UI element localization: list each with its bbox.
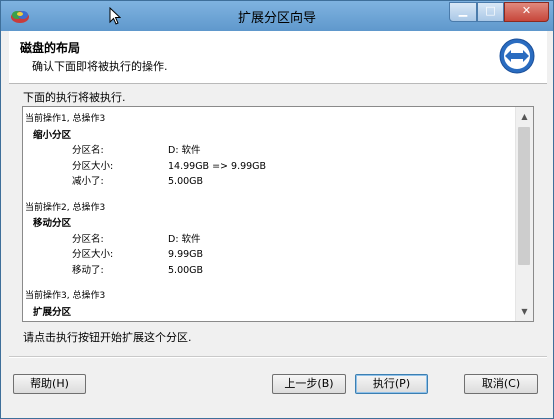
operation-name: 移动分区: [33, 218, 72, 229]
detail-value: D: 软件: [168, 145, 201, 156]
minimize-icon: ▁: [458, 4, 468, 17]
maximize-icon: □: [485, 4, 496, 17]
detail-key: 分区名:: [72, 233, 104, 245]
page-title: 磁盘的布局: [20, 41, 81, 55]
vertical-scrollbar[interactable]: ▲ ▼: [515, 107, 533, 321]
detail-value: 14.99GB => 9.99GB: [168, 160, 267, 172]
cancel-button[interactable]: 取消(C): [464, 374, 538, 394]
page-subtitle: 确认下面即将被执行的操作.: [32, 60, 168, 73]
close-icon: ✕: [521, 4, 532, 17]
detail-value: 5.00GB: [168, 264, 204, 276]
operations-label: 下面的执行将被执行.: [23, 91, 126, 104]
detail-key: 分区大小:: [72, 160, 114, 172]
operation-detail: 分区大小: 14.99GB => 9.99GB: [25, 159, 266, 175]
back-button[interactable]: 上一步(B): [272, 374, 346, 394]
operation-detail: 分区名: D: 软件: [25, 143, 201, 159]
close-button[interactable]: ✕: [504, 2, 549, 22]
operation-name: 缩小分区: [33, 129, 72, 141]
operations-content: 当前操作1, 总操作3 缩小分区 分区名: D: 软件 分区大小: 14.99GB …: [25, 112, 266, 321]
detail-key: 分区大小:: [72, 249, 114, 260]
detail-value: 5.00GB: [168, 176, 204, 187]
operation-detail: 分区名:C:: [25, 320, 113, 321]
operation-name: 扩展分区: [33, 306, 72, 318]
detail-key: 减小了:: [72, 176, 104, 187]
help-button[interactable]: 帮助(H): [13, 374, 86, 394]
operations-list[interactable]: 当前操作1, 总操作3 缩小分区 分区名: D: 软件 分区大小: 14.99GB …: [22, 106, 534, 322]
scroll-thumb[interactable]: [518, 127, 530, 265]
operation-header: 当前操作1, 总操作3: [25, 114, 106, 124]
operation-header: 当前操作2, 总操作3: [25, 202, 106, 213]
title-bar[interactable]: 扩展分区向导 ▁ □ ✕: [1, 1, 553, 31]
instruction-label: 请点击执行按钮开始扩展这个分区.: [23, 331, 192, 344]
execute-button[interactable]: 执行(P): [355, 374, 428, 394]
detail-value: 9.99GB: [168, 249, 204, 260]
scroll-down-icon[interactable]: ▼: [519, 306, 530, 317]
operation-detail: 分区名: D: 软件: [25, 232, 201, 248]
wizard-header: 磁盘的布局 确认下面即将被执行的操作.: [9, 31, 547, 84]
divider: [9, 356, 547, 358]
detail-key: 移动了:: [72, 264, 104, 276]
operation-detail: 移动了: 5.00GB: [25, 263, 203, 279]
detail-value: C:: [168, 320, 178, 321]
minimize-button[interactable]: ▁: [449, 2, 477, 22]
detail-key: 分区名:: [72, 145, 104, 156]
detail-value: D: 软件: [168, 233, 201, 245]
operation-detail: 分区大小: 9.99GB: [25, 247, 203, 263]
maximize-button[interactable]: □: [477, 2, 504, 22]
partition-resize-icon: [499, 38, 535, 74]
operation-header: 当前操作3, 总操作3: [25, 291, 106, 301]
scroll-up-icon[interactable]: ▲: [519, 111, 530, 122]
operation-detail: 减小了: 5.00GB: [25, 174, 203, 190]
wizard-window: 扩展分区向导 ▁ □ ✕ 磁盘的布局 确认下面即将被执行的操作. 下面的执行将被…: [0, 0, 554, 419]
